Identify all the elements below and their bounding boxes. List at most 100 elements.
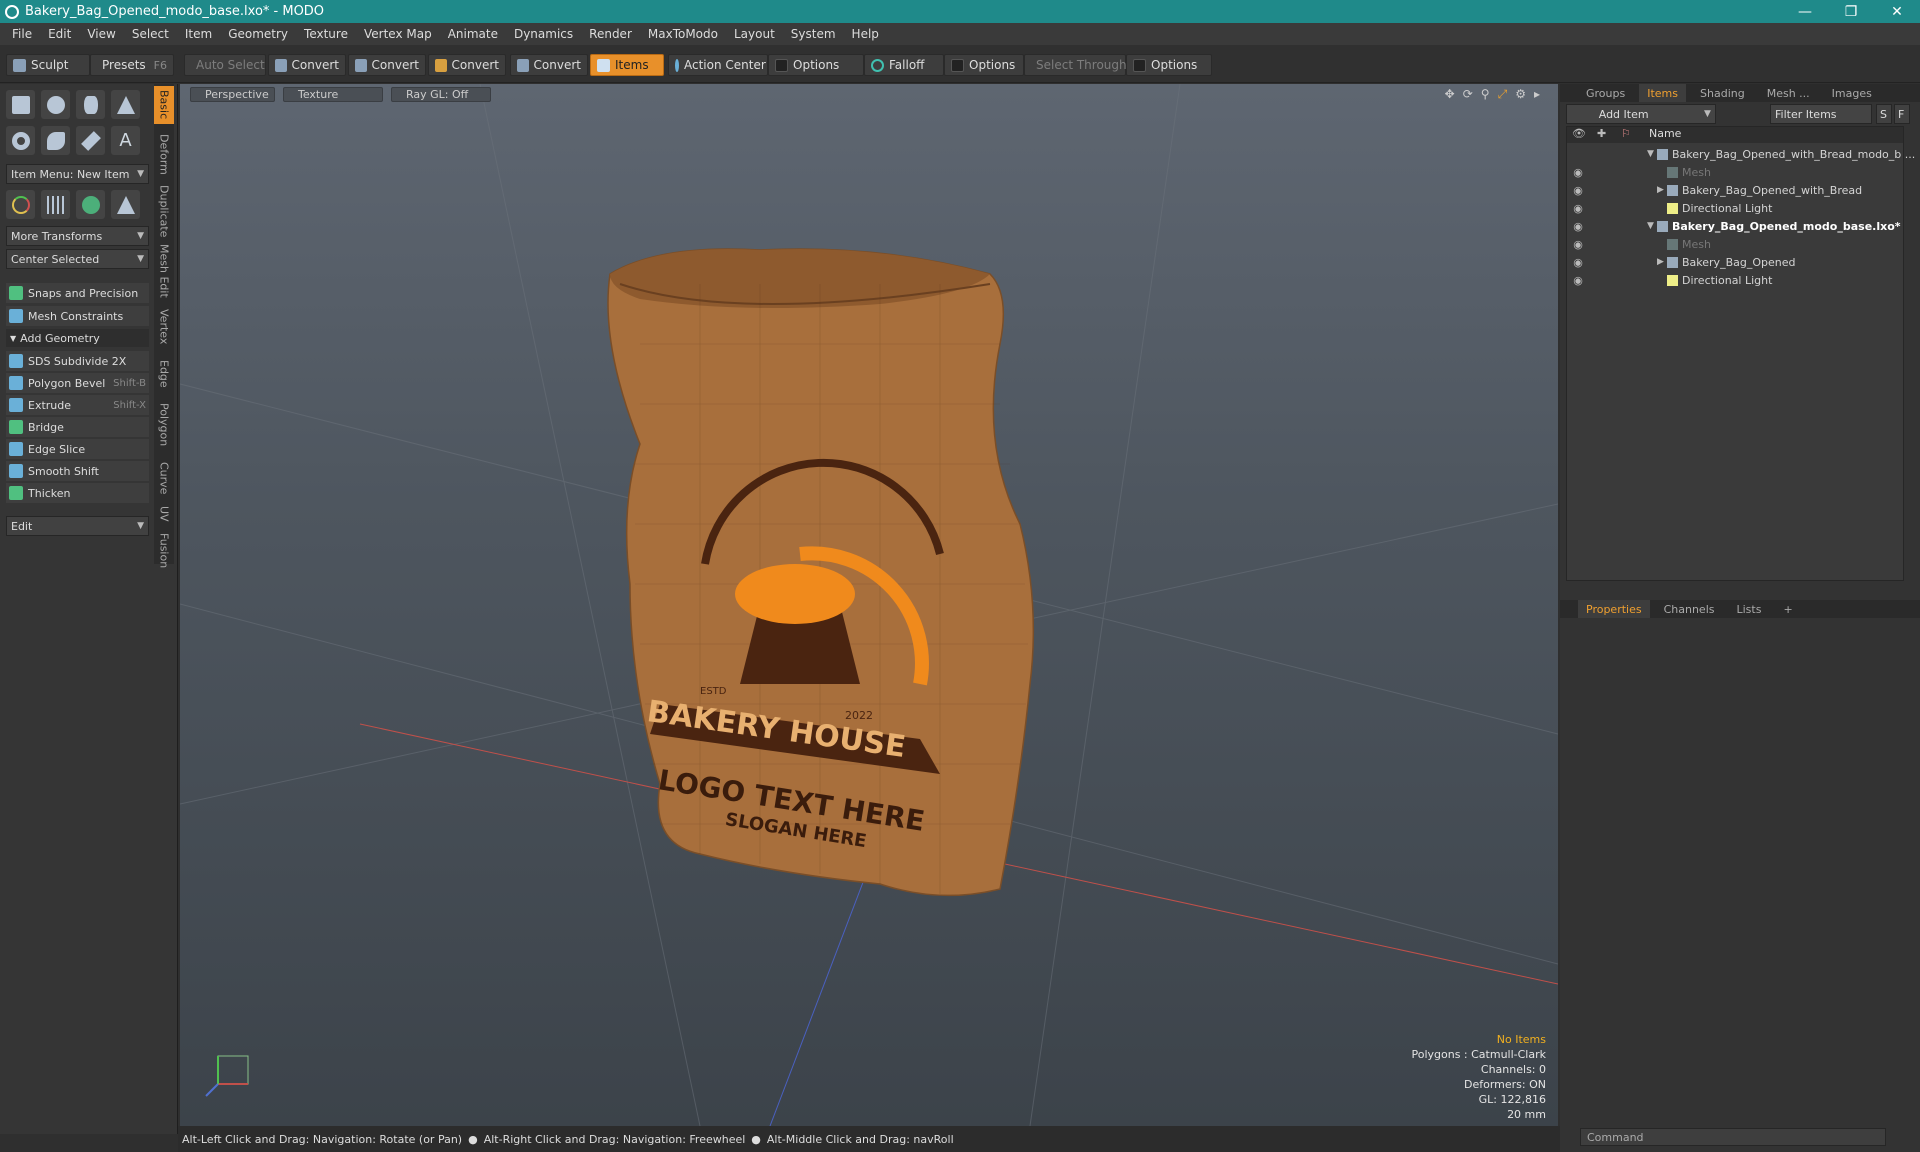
- item-row-directional-light[interactable]: ◉ Directional Light: [1567, 199, 1903, 217]
- expand-triangle-icon[interactable]: ▼: [1647, 221, 1657, 231]
- tab-mesh-edit[interactable]: Mesh Edit: [154, 242, 174, 300]
- add-item-dropdown[interactable]: Add Item ▼: [1566, 104, 1716, 124]
- center-selected-dropdown[interactable]: Center Selected ▼: [6, 249, 149, 269]
- tab-lists[interactable]: Lists: [1729, 600, 1770, 618]
- cube-tool-icon[interactable]: [6, 90, 35, 119]
- tab-images[interactable]: Images: [1824, 84, 1880, 102]
- filter-s-button[interactable]: S: [1876, 104, 1892, 124]
- polygon-bevel-button[interactable]: Polygon Bevel Shift-B: [6, 373, 149, 393]
- visibility-eye-icon[interactable]: ◉: [1571, 184, 1585, 197]
- thicken-button[interactable]: Thicken: [6, 483, 149, 503]
- maximize-button[interactable]: ❐: [1828, 0, 1874, 23]
- convert-vertices-button[interactable]: Convert: [268, 54, 346, 76]
- falloff-button[interactable]: Falloff: [864, 54, 944, 76]
- tab-vertex[interactable]: Vertex: [154, 302, 174, 352]
- viewport-menu-icon[interactable]: ▸: [1534, 87, 1540, 102]
- 3d-viewport[interactable]: BAKERY HOUSE ESTD 2022 LOGO TEXT HERE SL…: [180, 84, 1558, 1126]
- smooth-shift-button[interactable]: Smooth Shift: [6, 461, 149, 481]
- menu-layout[interactable]: Layout: [726, 27, 783, 41]
- sds-subdivide-button[interactable]: SDS Subdivide 2X: [6, 351, 149, 371]
- snaps-precision-button[interactable]: Snaps and Precision: [6, 283, 149, 303]
- bakery-bag-model[interactable]: BAKERY HOUSE ESTD 2022 LOGO TEXT HERE SL…: [607, 248, 1035, 897]
- minimize-button[interactable]: —: [1782, 0, 1828, 23]
- tab-mesh[interactable]: Mesh ...: [1759, 84, 1818, 102]
- filter-f-button[interactable]: F: [1894, 104, 1910, 124]
- expand-triangle-icon[interactable]: ▼: [1647, 149, 1657, 159]
- bridge-button[interactable]: Bridge: [6, 417, 149, 437]
- items-mode-button[interactable]: Items: [590, 54, 664, 76]
- tab-fusion[interactable]: Fusion: [154, 528, 174, 574]
- name-column-header[interactable]: Name: [1649, 127, 1681, 140]
- text-tool-icon[interactable]: A: [111, 126, 140, 155]
- rotate-icon[interactable]: ⟳: [1463, 87, 1473, 102]
- menu-animate[interactable]: Animate: [440, 27, 506, 41]
- mesh-constraints-button[interactable]: Mesh Constraints: [6, 306, 149, 326]
- tab-curve[interactable]: Curve: [154, 456, 174, 500]
- visibility-eye-icon[interactable]: ◉: [1571, 220, 1585, 233]
- cone-pattern-tool-icon[interactable]: [111, 190, 140, 219]
- action-center-options-button[interactable]: Options: [768, 54, 864, 76]
- torus-tool-icon[interactable]: [6, 126, 35, 155]
- perspective-view-tab[interactable]: Perspective: [190, 87, 275, 102]
- menu-vertex-map[interactable]: Vertex Map: [356, 27, 440, 41]
- convert-polygons-button[interactable]: Convert: [428, 54, 506, 76]
- tab-deform[interactable]: Deform: [154, 128, 174, 180]
- menu-render[interactable]: Render: [581, 27, 640, 41]
- tab-duplicate[interactable]: Duplicate: [154, 182, 174, 240]
- sphere-tool-icon[interactable]: [41, 90, 70, 119]
- tab-shading[interactable]: Shading: [1692, 84, 1753, 102]
- action-center-button[interactable]: Action Center: [668, 54, 768, 76]
- visibility-eye-icon[interactable]: ◉: [1571, 274, 1585, 287]
- visibility-eye-icon[interactable]: ◉: [1571, 166, 1585, 179]
- cone-tool-icon[interactable]: [111, 90, 140, 119]
- tab-uv[interactable]: UV: [154, 502, 174, 526]
- pan-icon[interactable]: ✥: [1445, 87, 1455, 102]
- pen-tool-icon[interactable]: [76, 126, 105, 155]
- item-menu-dropdown[interactable]: Item Menu: New Item ▼: [6, 164, 149, 184]
- tab-basic[interactable]: Basic: [154, 86, 174, 124]
- visibility-eye-icon[interactable]: ◉: [1571, 238, 1585, 251]
- menu-item[interactable]: Item: [177, 27, 220, 41]
- tab-polygon[interactable]: Polygon: [154, 396, 174, 454]
- edit-dropdown[interactable]: Edit ▼: [6, 516, 149, 536]
- visibility-eye-icon[interactable]: ◉: [1571, 202, 1585, 215]
- item-row-mesh[interactable]: ◉ Mesh: [1567, 235, 1903, 253]
- menu-geometry[interactable]: Geometry: [220, 27, 296, 41]
- item-row-scene-with-bread[interactable]: ▼ Bakery_Bag_Opened_with_Bread_modo_b ...: [1567, 145, 1915, 163]
- visibility-eye-icon[interactable]: ◉: [1571, 256, 1585, 269]
- cylinder-tool-icon[interactable]: [76, 90, 105, 119]
- grid-tool-icon[interactable]: [41, 190, 70, 219]
- edge-slice-button[interactable]: Edge Slice: [6, 439, 149, 459]
- item-row-directional-light[interactable]: ◉ Directional Light: [1567, 271, 1903, 289]
- falloff-options-button[interactable]: Options: [944, 54, 1024, 76]
- menu-edit[interactable]: Edit: [40, 27, 79, 41]
- convert-materials-button[interactable]: Convert: [510, 54, 588, 76]
- select-through-options-button[interactable]: Options: [1126, 54, 1212, 76]
- more-transforms-dropdown[interactable]: More Transforms ▼: [6, 226, 149, 246]
- select-through-button[interactable]: Select Through: [1024, 54, 1127, 76]
- close-button[interactable]: ✕: [1874, 0, 1920, 23]
- texture-shading-tab[interactable]: Texture: [283, 87, 383, 102]
- add-tab-icon[interactable]: +: [1775, 600, 1800, 618]
- tab-items[interactable]: Items: [1639, 84, 1687, 102]
- menu-view[interactable]: View: [79, 27, 123, 41]
- auto-select-button[interactable]: Auto Select: [184, 54, 266, 76]
- tab-edge[interactable]: Edge: [154, 354, 174, 394]
- menu-system[interactable]: System: [783, 27, 844, 41]
- menu-help[interactable]: Help: [844, 27, 887, 41]
- extrude-button[interactable]: Extrude Shift-X: [6, 395, 149, 415]
- ray-gl-toggle[interactable]: Ray GL: Off: [391, 87, 491, 102]
- item-row-bag-with-bread[interactable]: ◉ ▶ Bakery_Bag_Opened_with_Bread: [1567, 181, 1903, 199]
- command-input[interactable]: Command: [1580, 1128, 1886, 1146]
- menu-dynamics[interactable]: Dynamics: [506, 27, 581, 41]
- menu-file[interactable]: File: [4, 27, 40, 41]
- maximize-viewport-icon[interactable]: ⤢: [1498, 87, 1508, 102]
- transform-tool-icon[interactable]: [6, 190, 35, 219]
- tube-tool-icon[interactable]: [41, 126, 70, 155]
- presets-button[interactable]: Presets F6: [90, 54, 174, 76]
- viewport-settings-icon[interactable]: ⚙: [1515, 87, 1526, 102]
- zoom-icon[interactable]: ⚲: [1481, 87, 1490, 102]
- menu-select[interactable]: Select: [124, 27, 177, 41]
- add-geometry-header[interactable]: ▼ Add Geometry: [6, 329, 149, 347]
- expand-triangle-icon[interactable]: ▶: [1657, 257, 1667, 267]
